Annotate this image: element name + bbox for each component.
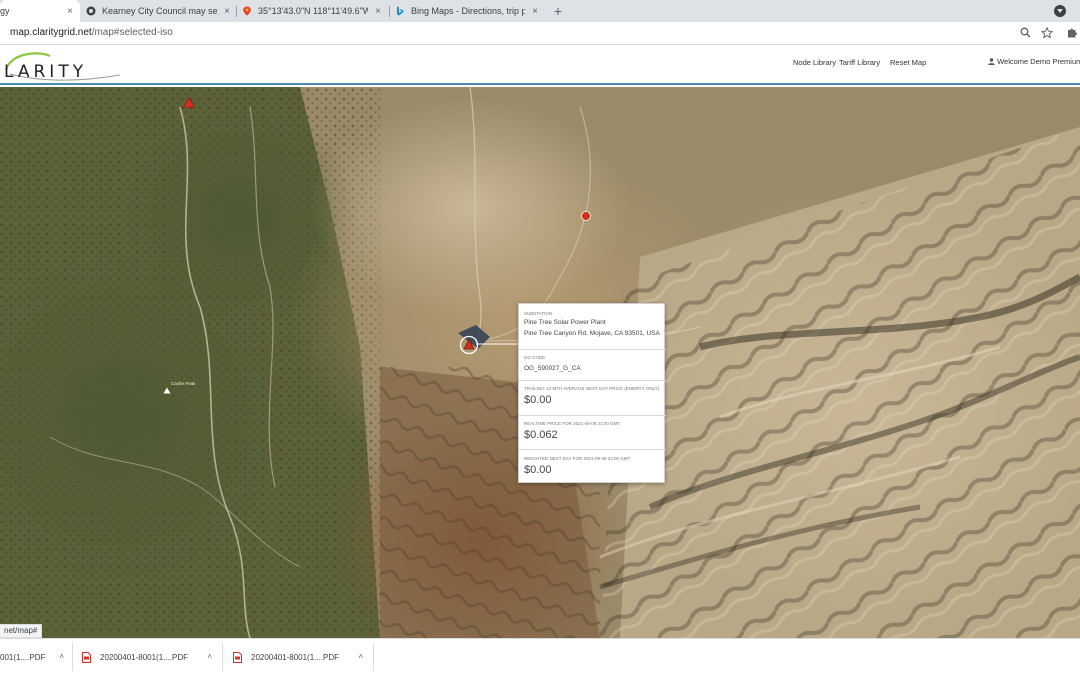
popup-node-section: OG CODE OG_590027_G_CA — [519, 350, 666, 381]
bookmark-star-icon[interactable] — [1040, 26, 1053, 40]
popup-realtime-label: REALTIME PRICE FOR 2021-09-08 21:00 GMT — [524, 421, 620, 426]
tab-divider — [236, 6, 237, 17]
popup-substation-label: SUBSTATION — [524, 311, 553, 316]
close-tab-icon[interactable]: × — [372, 6, 384, 17]
close-tab-icon[interactable]: × — [64, 6, 76, 17]
site-header: LARITY Node Library Tariff Library Reset… — [0, 45, 1080, 85]
popup-substation-name: Pine Tree Solar Power Plant — [524, 319, 606, 326]
popup-weighted-label: WEIGHTED NEXT DAY FOR 2021-09-09 23:00 G… — [524, 456, 631, 461]
logo-wordmark: LARITY — [4, 62, 88, 82]
download-item[interactable]: 20200401-8001(1....PDF ˄ — [82, 639, 212, 675]
new-tab-button[interactable]: + — [551, 3, 565, 19]
chevron-up-icon[interactable]: ˄ — [59, 652, 64, 661]
zoom-search-icon[interactable] — [1019, 27, 1032, 40]
node-marker-icon[interactable] — [580, 210, 592, 222]
close-tab-icon[interactable]: × — [221, 6, 233, 17]
extensions-puzzle-icon[interactable] — [1065, 27, 1078, 40]
tab-search-icon[interactable] — [1054, 5, 1066, 17]
download-divider — [222, 643, 223, 671]
pdf-file-icon — [82, 651, 91, 663]
google-maps-pin-icon — [242, 6, 252, 16]
substation-info-popup: SUBSTATION Pine Tree Solar Power Plant P… — [518, 303, 666, 483]
nav-tariff-library[interactable]: Tariff Library — [839, 58, 880, 67]
popup-node-label: OG CODE — [524, 355, 546, 360]
nav-reset-map[interactable]: Reset Map — [890, 58, 926, 67]
download-item[interactable]: 001(1....PDF ˄ — [0, 639, 64, 675]
address-bar: map.claritygrid.net/map#selected-iso — [0, 22, 1080, 45]
chevron-up-icon[interactable]: ˄ — [358, 652, 363, 661]
substation-marker-icon[interactable] — [183, 97, 195, 108]
download-filename: 20200401-8001(1....PDF — [100, 652, 189, 662]
popup-node-value: OG_590027_G_CA — [524, 365, 581, 372]
satellite-map[interactable]: Cache Peak SUBSTATION Pine Tree Solar Po… — [0, 87, 1080, 638]
clarity-logo[interactable]: LARITY — [0, 48, 130, 82]
tab-title: Kearney City Council may sell lan — [102, 6, 217, 16]
popup-weighted-value: $0.00 — [524, 464, 552, 476]
popup-trailing-value: $0.00 — [524, 394, 552, 406]
popup-trailing-section: TRAILING 12-mth AVERAGE NEXT DAY PRICE (… — [519, 381, 666, 416]
popup-substation-address: Pine Tree Canyon Rd, Mojave, CA 93501, U… — [524, 330, 660, 337]
peak-icon — [163, 387, 171, 394]
popup-realtime-section: REALTIME PRICE FOR 2021-09-08 21:00 GMT … — [519, 416, 666, 450]
tab-title: gy — [0, 6, 10, 16]
user-menu[interactable]: Welcome Demo Premium ▾ — [988, 57, 1080, 66]
tab-title: 35°13'43.0"N 118°11'49.6"W - G — [258, 6, 368, 16]
news-favicon-icon — [86, 6, 96, 16]
download-shelf: 001(1....PDF ˄ 20200401-8001(1....PDF ˄ … — [0, 638, 1080, 675]
download-item[interactable]: 20200401-8001(1....PDF ˄ — [233, 639, 363, 675]
chevron-up-icon[interactable]: ˄ — [207, 652, 212, 661]
close-tab-icon[interactable]: × — [529, 6, 541, 17]
url-path: /map#selected-iso — [91, 27, 173, 38]
tab-kearney[interactable]: Kearney City Council may sell lan × — [82, 0, 237, 22]
url-host: map.claritygrid.net — [10, 27, 92, 38]
browser-tab-strip: gy × Kearney City Council may sell lan ×… — [0, 0, 1080, 22]
download-divider — [373, 643, 374, 671]
download-filename: 20200401-8001(1....PDF — [251, 652, 340, 662]
tab-active[interactable]: gy × — [0, 0, 80, 22]
status-bar-link: net/map# — [0, 624, 43, 638]
nav-node-library[interactable]: Node Library — [793, 58, 836, 67]
popup-realtime-value: $0.062 — [524, 429, 558, 441]
popup-substation-section: SUBSTATION Pine Tree Solar Power Plant P… — [519, 304, 666, 350]
user-icon — [988, 58, 995, 65]
popup-trailing-label: TRAILING 12-mth AVERAGE NEXT DAY PRICE (… — [524, 386, 660, 391]
tab-title: Bing Maps - Directions, trip plann — [411, 6, 525, 16]
download-filename: 001(1....PDF — [0, 652, 46, 662]
tab-bing-maps[interactable]: Bing Maps - Directions, trip plann × — [391, 0, 545, 22]
download-divider — [72, 643, 73, 671]
tab-divider — [389, 6, 390, 17]
peak-label: Cache Peak — [171, 381, 196, 386]
url-field[interactable]: map.claritygrid.net/map#selected-iso — [10, 27, 173, 38]
tab-google-maps[interactable]: 35°13'43.0"N 118°11'49.6"W - G × — [238, 0, 388, 22]
popup-weighted-section: WEIGHTED NEXT DAY FOR 2021-09-09 23:00 G… — [519, 450, 666, 483]
pdf-file-icon — [233, 651, 242, 663]
selected-substation-marker-icon[interactable] — [459, 335, 479, 355]
bing-logo-icon — [395, 6, 405, 16]
welcome-text: Welcome Demo Premium — [997, 57, 1080, 66]
